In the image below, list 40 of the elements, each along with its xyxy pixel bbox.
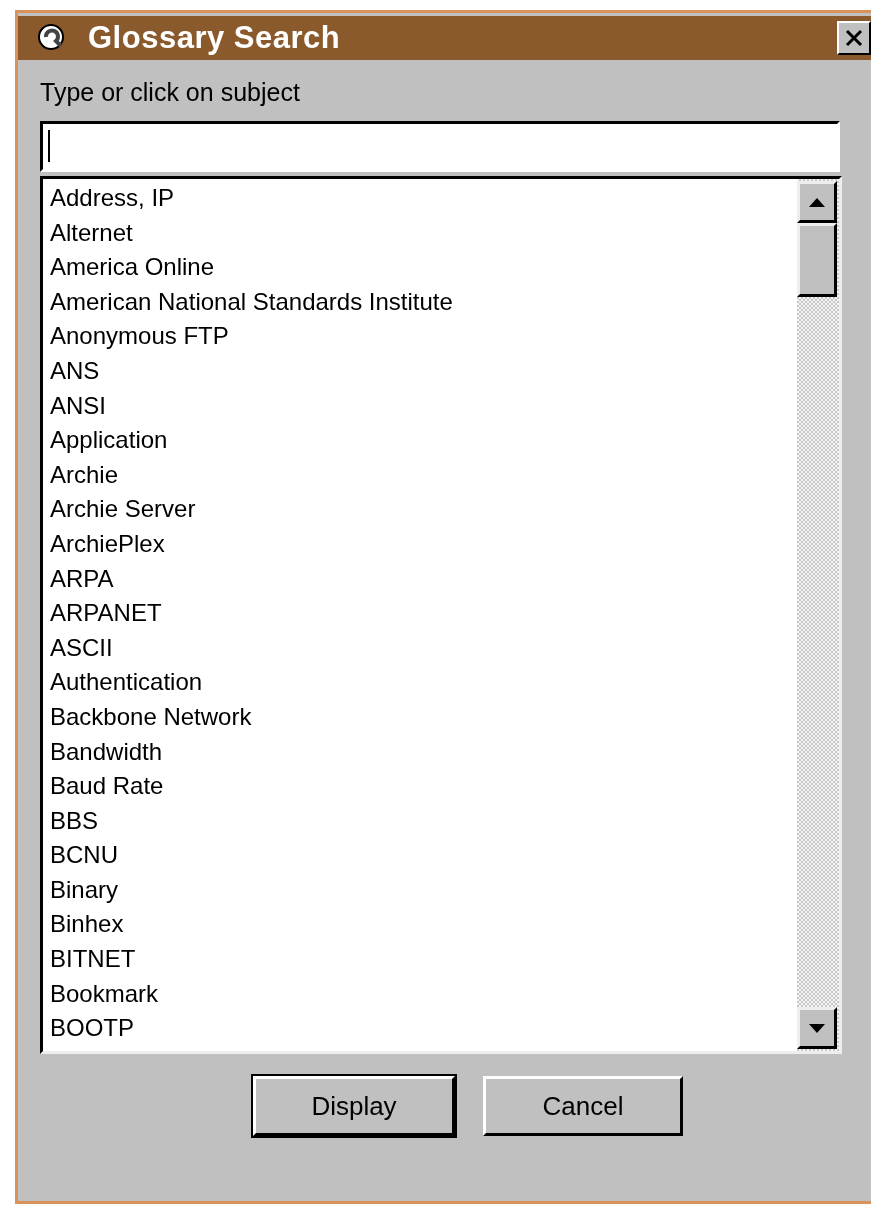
list-item[interactable]: Authentication — [50, 665, 203, 700]
list-item[interactable]: Baud Rate — [50, 769, 164, 804]
close-button[interactable] — [837, 21, 871, 55]
list-item[interactable]: America Online — [50, 250, 215, 285]
up-triangle-icon — [809, 197, 825, 207]
list-item[interactable]: BCNU — [50, 838, 118, 873]
list-item[interactable]: ANS — [50, 353, 100, 389]
search-field[interactable] — [40, 121, 840, 172]
list-item[interactable]: Archie — [50, 457, 119, 493]
scroll-thumb[interactable] — [797, 223, 837, 297]
list-item[interactable]: American National Standards Institute — [50, 284, 453, 320]
down-triangle-icon — [809, 1023, 825, 1033]
list-item[interactable]: Archie Server — [50, 492, 196, 527]
scroll-down-button[interactable] — [797, 1007, 837, 1049]
list-item[interactable]: Application — [50, 423, 168, 458]
list-item[interactable]: ARPA — [50, 561, 114, 597]
list-item[interactable]: Alternet — [50, 215, 133, 251]
window-title: Glossary Search — [88, 20, 341, 56]
list-item[interactable]: ARPANET — [50, 596, 162, 631]
list-item[interactable]: BBS — [50, 803, 99, 839]
list-item[interactable]: Bandwidth — [50, 734, 163, 770]
list-item[interactable]: Backbone Network — [50, 699, 252, 735]
list-item[interactable]: Binhex — [50, 907, 124, 943]
dialog-button[interactable]: Display — [253, 1076, 455, 1136]
close-icon — [844, 28, 864, 48]
list-item[interactable]: Bookmark — [50, 976, 159, 1012]
list-item[interactable]: Binary — [50, 872, 119, 908]
list-item[interactable]: BOOTP — [50, 1011, 134, 1046]
scroll-up-button[interactable] — [797, 181, 837, 223]
list-item[interactable]: BITNET — [50, 942, 136, 977]
list-item[interactable]: ArchiePlex — [50, 526, 165, 562]
scrollbar[interactable] — [797, 179, 839, 1051]
app-logo-icon — [38, 24, 66, 52]
list-item[interactable]: ANSI — [50, 388, 106, 424]
dialog-button[interactable]: Cancel — [483, 1076, 683, 1136]
list-item[interactable]: Anonymous FTP — [50, 319, 229, 354]
list-item[interactable]: Address, IP — [50, 181, 175, 216]
list-item[interactable]: ASCII — [50, 630, 113, 666]
field-label: Type or click on subject — [40, 78, 300, 107]
text-cursor — [48, 130, 50, 162]
